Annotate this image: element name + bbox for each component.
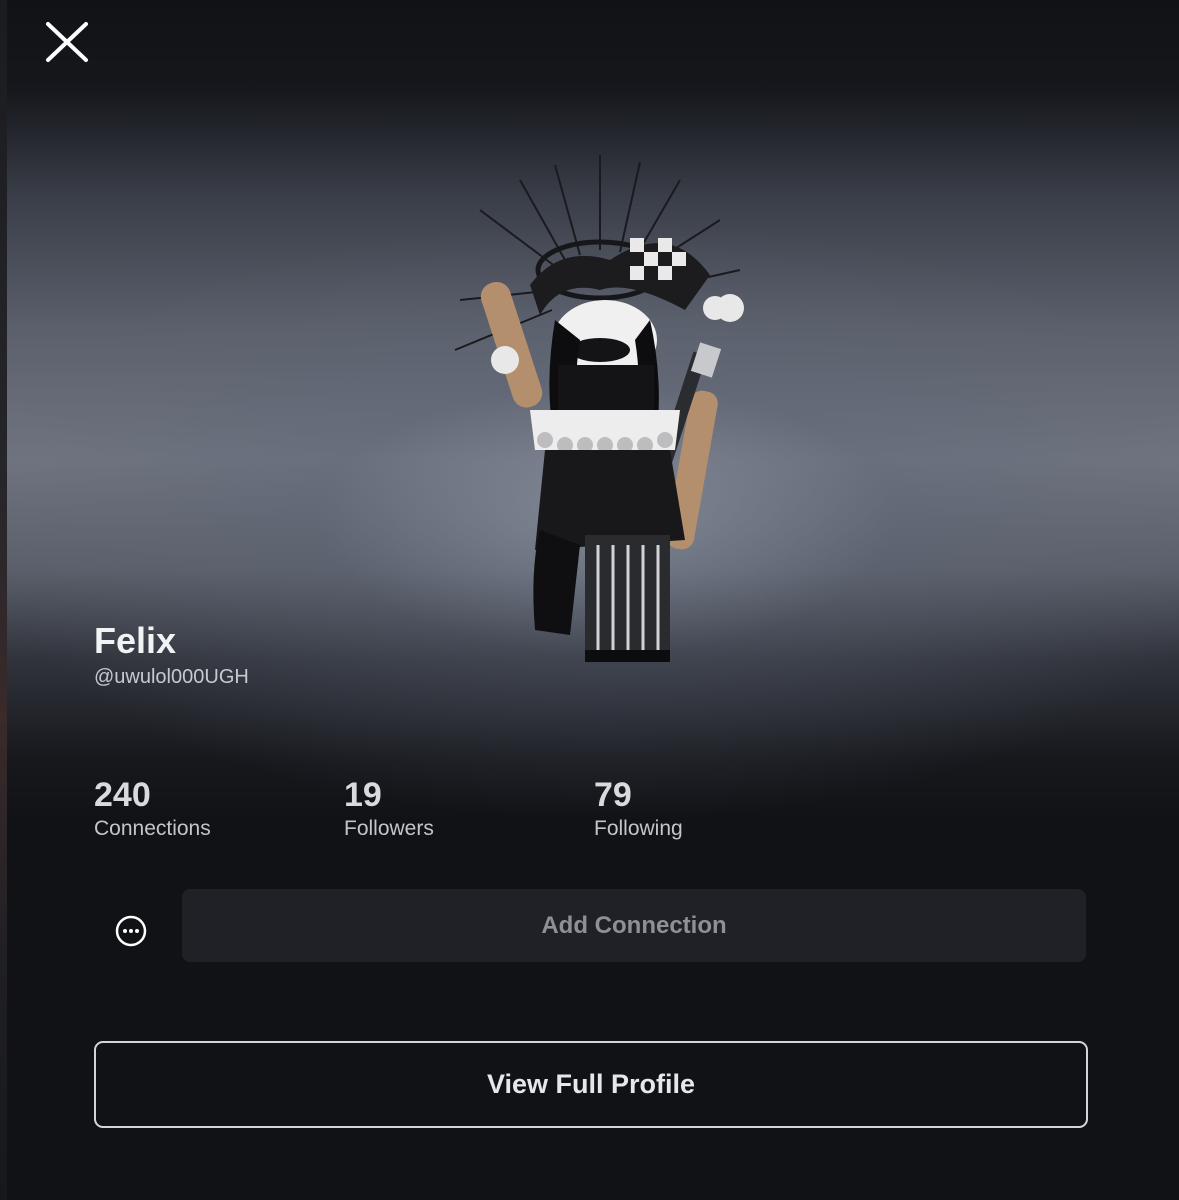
stat-connections-label: Connections bbox=[94, 817, 211, 840]
stat-followers[interactable]: 19 Followers bbox=[344, 775, 434, 841]
background-window-edge bbox=[0, 0, 7, 1200]
more-options-icon bbox=[115, 915, 147, 947]
close-icon bbox=[46, 22, 88, 62]
stat-following[interactable]: 79 Following bbox=[594, 775, 683, 841]
stat-following-value: 79 bbox=[594, 776, 632, 814]
avatar-3d-render bbox=[440, 150, 760, 670]
add-connection-button[interactable]: Add Connection bbox=[182, 889, 1086, 962]
view-full-profile-button[interactable]: View Full Profile bbox=[94, 1041, 1088, 1128]
display-name: Felix bbox=[94, 620, 177, 661]
stat-followers-value: 19 bbox=[344, 776, 382, 814]
username: @uwulol000UGH bbox=[94, 666, 249, 688]
stat-connections-value: 240 bbox=[94, 776, 151, 814]
stat-followers-label: Followers bbox=[344, 817, 434, 840]
more-options-button[interactable] bbox=[110, 910, 152, 952]
stat-connections[interactable]: 240 Connections bbox=[94, 775, 211, 841]
stat-following-label: Following bbox=[594, 817, 683, 840]
close-button[interactable] bbox=[40, 18, 94, 72]
